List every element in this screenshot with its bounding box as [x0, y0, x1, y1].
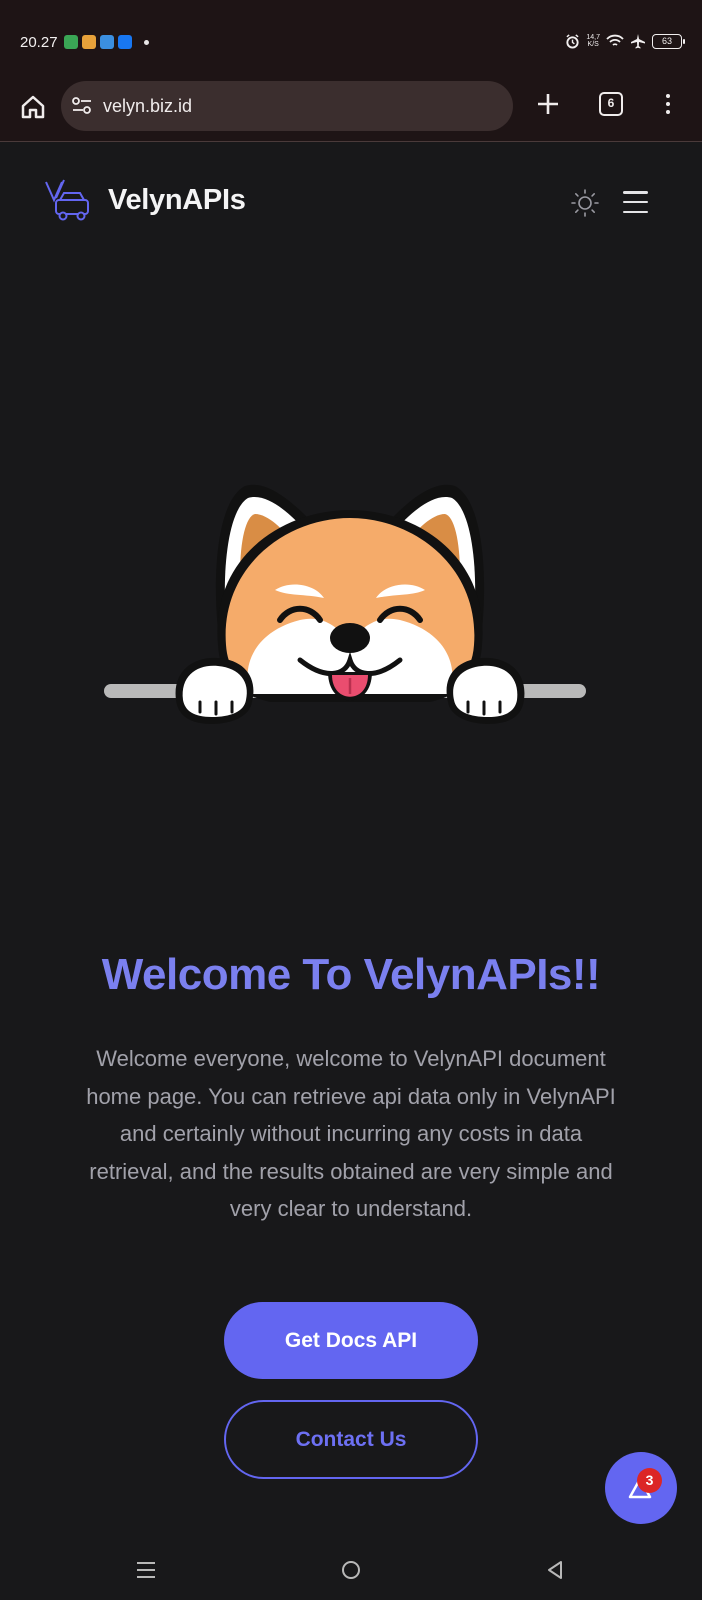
browser-toolbar: velyn.biz.id 6: [0, 78, 702, 142]
back-button[interactable]: [546, 1560, 564, 1580]
wifi-icon: [606, 34, 624, 46]
hero-title: Welcome To VelynAPIs!!: [101, 950, 601, 999]
system-nav-bar: [0, 1534, 702, 1600]
facebook-icon: [118, 35, 132, 49]
plus-icon: [538, 94, 558, 114]
sun-icon[interactable]: [570, 188, 600, 218]
hero-description: Welcome everyone, welcome to VelynAPI do…: [86, 1046, 616, 1221]
get-docs-api-button[interactable]: Get Docs API: [224, 1302, 478, 1379]
status-bar: 20.27 14,7 K/S 63: [0, 0, 702, 78]
contact-us-button[interactable]: Contact Us: [224, 1400, 478, 1479]
more-vert-icon: [666, 94, 670, 98]
site-settings-icon[interactable]: [71, 96, 93, 116]
url-text[interactable]: velyn.biz.id: [103, 96, 192, 117]
home-icon: [21, 95, 45, 119]
telegram-icon: [100, 35, 114, 49]
network-speed-value: 14,7: [586, 34, 600, 41]
alarm-icon: [566, 33, 579, 49]
site-header: VelynAPIs: [0, 143, 702, 263]
browser-menu-button[interactable]: [660, 88, 676, 120]
system-home-button[interactable]: [342, 1561, 360, 1579]
whatsapp-icon: [64, 35, 78, 49]
hamburger-menu-icon[interactable]: [623, 191, 648, 213]
browser-home-button[interactable]: [16, 90, 50, 124]
status-time: 20.27: [20, 34, 58, 51]
status-indicators: 14,7 K/S 63: [565, 33, 685, 49]
more-notifications-icon: [144, 39, 149, 45]
address-bar[interactable]: velyn.biz.id: [61, 81, 513, 131]
site-logo[interactable]: [42, 178, 92, 224]
network-speed-unit: K/S: [587, 41, 599, 48]
app-notification-icon: [82, 35, 96, 49]
notification-icons: [64, 35, 149, 49]
new-tab-button[interactable]: [530, 86, 566, 122]
tab-switcher-button[interactable]: 6: [599, 92, 623, 116]
notification-badge: 3: [637, 1468, 662, 1493]
site-title[interactable]: VelynAPIs: [108, 184, 246, 217]
airplane-mode-icon: [631, 34, 645, 49]
shiba-dog-illustration: [104, 484, 586, 724]
battery-indicator: 63: [652, 33, 685, 49]
recent-apps-button[interactable]: [137, 1562, 155, 1578]
network-speed: 14,7 K/S: [586, 34, 600, 48]
